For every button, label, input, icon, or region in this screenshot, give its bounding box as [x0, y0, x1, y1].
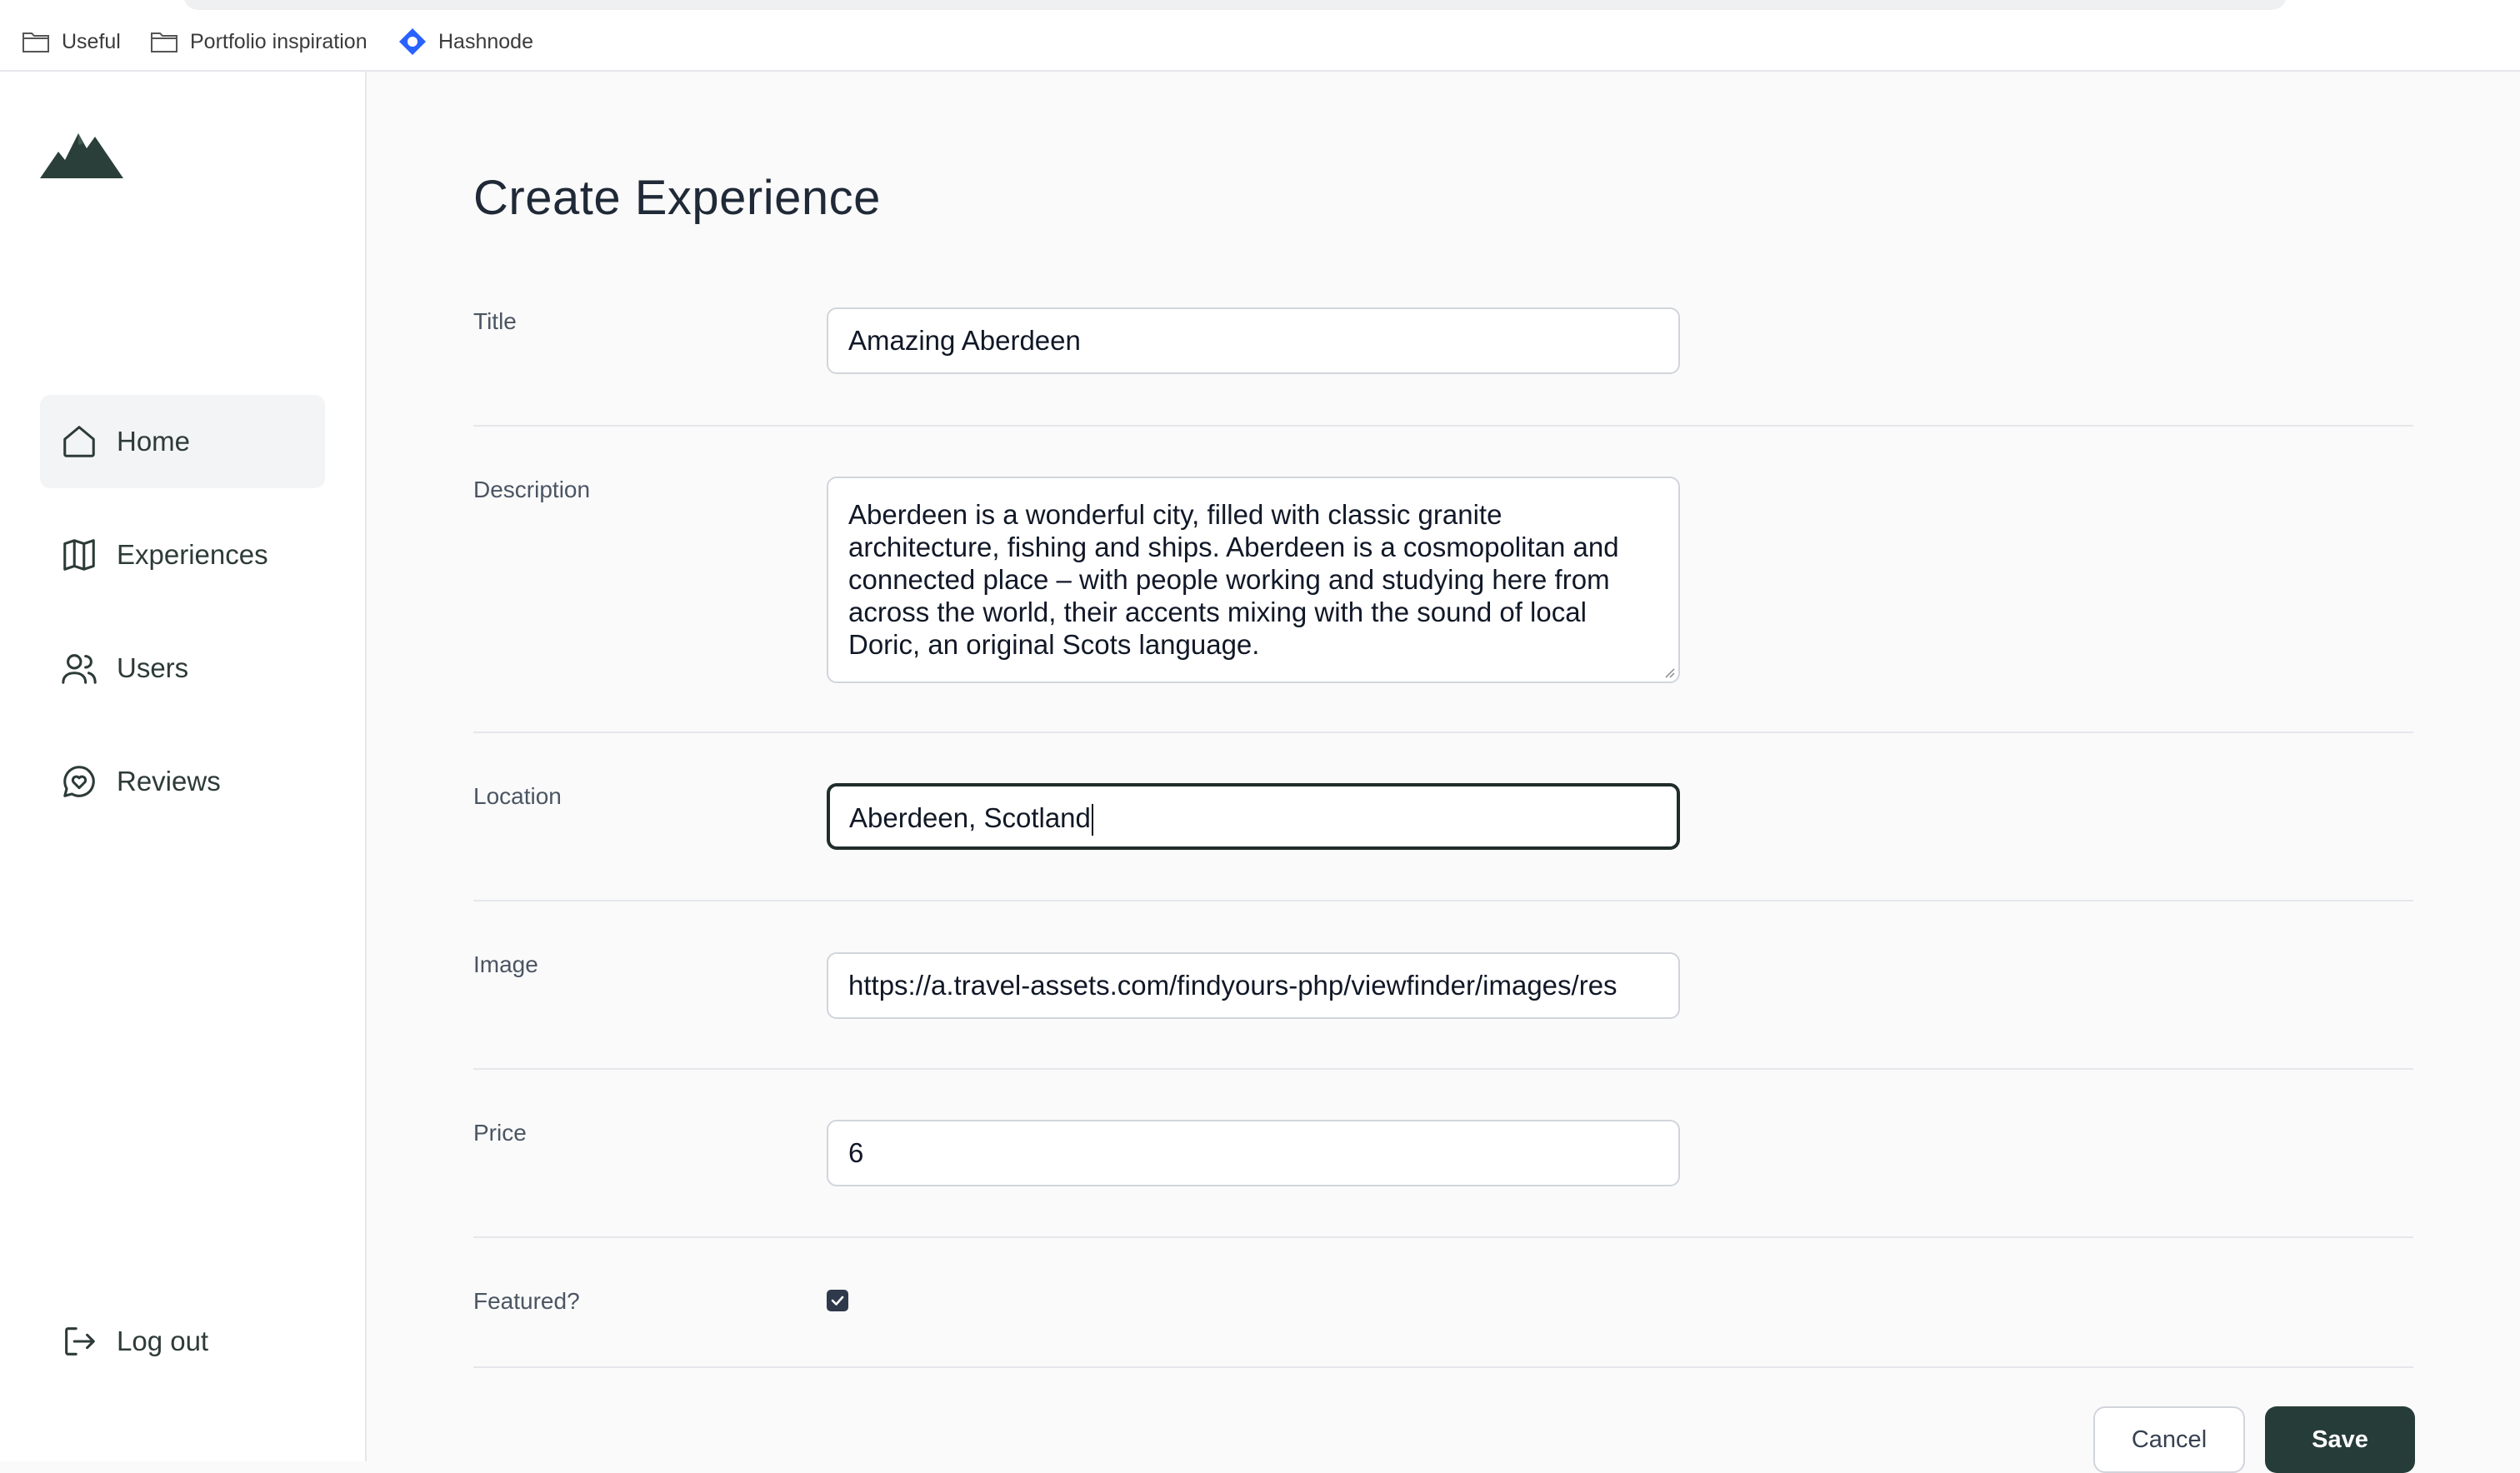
bookmark-useful[interactable]: Useful [22, 27, 121, 57]
bookmark-portfolio-inspiration[interactable]: Portfolio inspiration [150, 27, 368, 57]
description-label: Description [473, 477, 591, 502]
location-input-value: Aberdeen, Scotland [849, 802, 1091, 833]
row-divider [473, 900, 2413, 901]
logout-icon [65, 1327, 95, 1356]
logout-label: Log out [117, 1326, 209, 1356]
cancel-button[interactable]: Cancel [2093, 1406, 2245, 1473]
sidebar-item-home[interactable]: Home [40, 395, 325, 488]
title-input[interactable]: Amazing Aberdeen [827, 307, 1680, 374]
sidebar: Home Experiences Users Reviews Log out [0, 72, 367, 1461]
sidebar-item-label: Home [117, 426, 191, 457]
bookmark-label: Hashnode [438, 29, 533, 53]
home-icon [63, 426, 95, 457]
sidebar-item-users[interactable]: Users [40, 622, 325, 715]
location-input[interactable]: Aberdeen, Scotland [827, 783, 1680, 850]
bookmark-hashnode[interactable]: Hashnode [398, 27, 533, 57]
folder-icon [22, 32, 49, 52]
row-divider [473, 732, 2413, 733]
logout-button[interactable]: Log out [40, 1295, 325, 1388]
featured-checkbox[interactable] [827, 1290, 848, 1311]
title-input-value: Amazing Aberdeen [848, 325, 1081, 356]
mountain-logo[interactable] [40, 127, 123, 184]
folder-icon [151, 32, 178, 52]
title-label: Title [473, 308, 517, 334]
row-divider [473, 425, 2413, 427]
hashnode-icon [399, 28, 426, 55]
image-label: Image [473, 951, 538, 977]
row-divider [473, 1236, 2413, 1238]
price-input[interactable]: 6 [827, 1120, 1680, 1186]
location-label: Location [473, 783, 562, 809]
featured-label: Featured? [473, 1288, 580, 1314]
description-value: Aberdeen is a wonderful city, filled wit… [848, 499, 1619, 660]
image-input-value: https://a.travel-assets.com/findyours-ph… [848, 970, 1618, 1001]
image-url-input[interactable]: https://a.travel-assets.com/findyours-ph… [827, 952, 1680, 1019]
map-icon [63, 539, 95, 571]
check-icon [831, 1296, 844, 1306]
sidebar-item-experiences[interactable]: Experiences [40, 508, 325, 602]
chat-heart-icon [63, 766, 95, 797]
price-input-value: 6 [848, 1137, 864, 1168]
main-content: Create Experience Title Amazing Aberdeen… [368, 72, 2520, 1473]
users-icon [62, 654, 97, 684]
sidebar-item-label: Users [117, 652, 189, 683]
bookmark-label: Portfolio inspiration [190, 29, 368, 53]
bookmarks-bar: Useful Portfolio inspiration Hashnode [0, 0, 2520, 72]
description-textarea[interactable]: Aberdeen is a wonderful city, filled wit… [827, 477, 1680, 683]
text-caret [1091, 804, 1093, 836]
page-title: Create Experience [473, 171, 881, 225]
resize-handle-icon[interactable] [1662, 665, 1675, 678]
row-divider [473, 1068, 2413, 1070]
address-bar[interactable] [183, 0, 2287, 10]
sidebar-item-reviews[interactable]: Reviews [40, 735, 325, 828]
bookmark-label: Useful [62, 29, 121, 53]
sidebar-item-label: Experiences [117, 539, 268, 570]
sidebar-item-label: Reviews [117, 766, 221, 796]
price-label: Price [473, 1120, 527, 1146]
save-button[interactable]: Save [2265, 1406, 2415, 1473]
row-divider [473, 1366, 2413, 1368]
